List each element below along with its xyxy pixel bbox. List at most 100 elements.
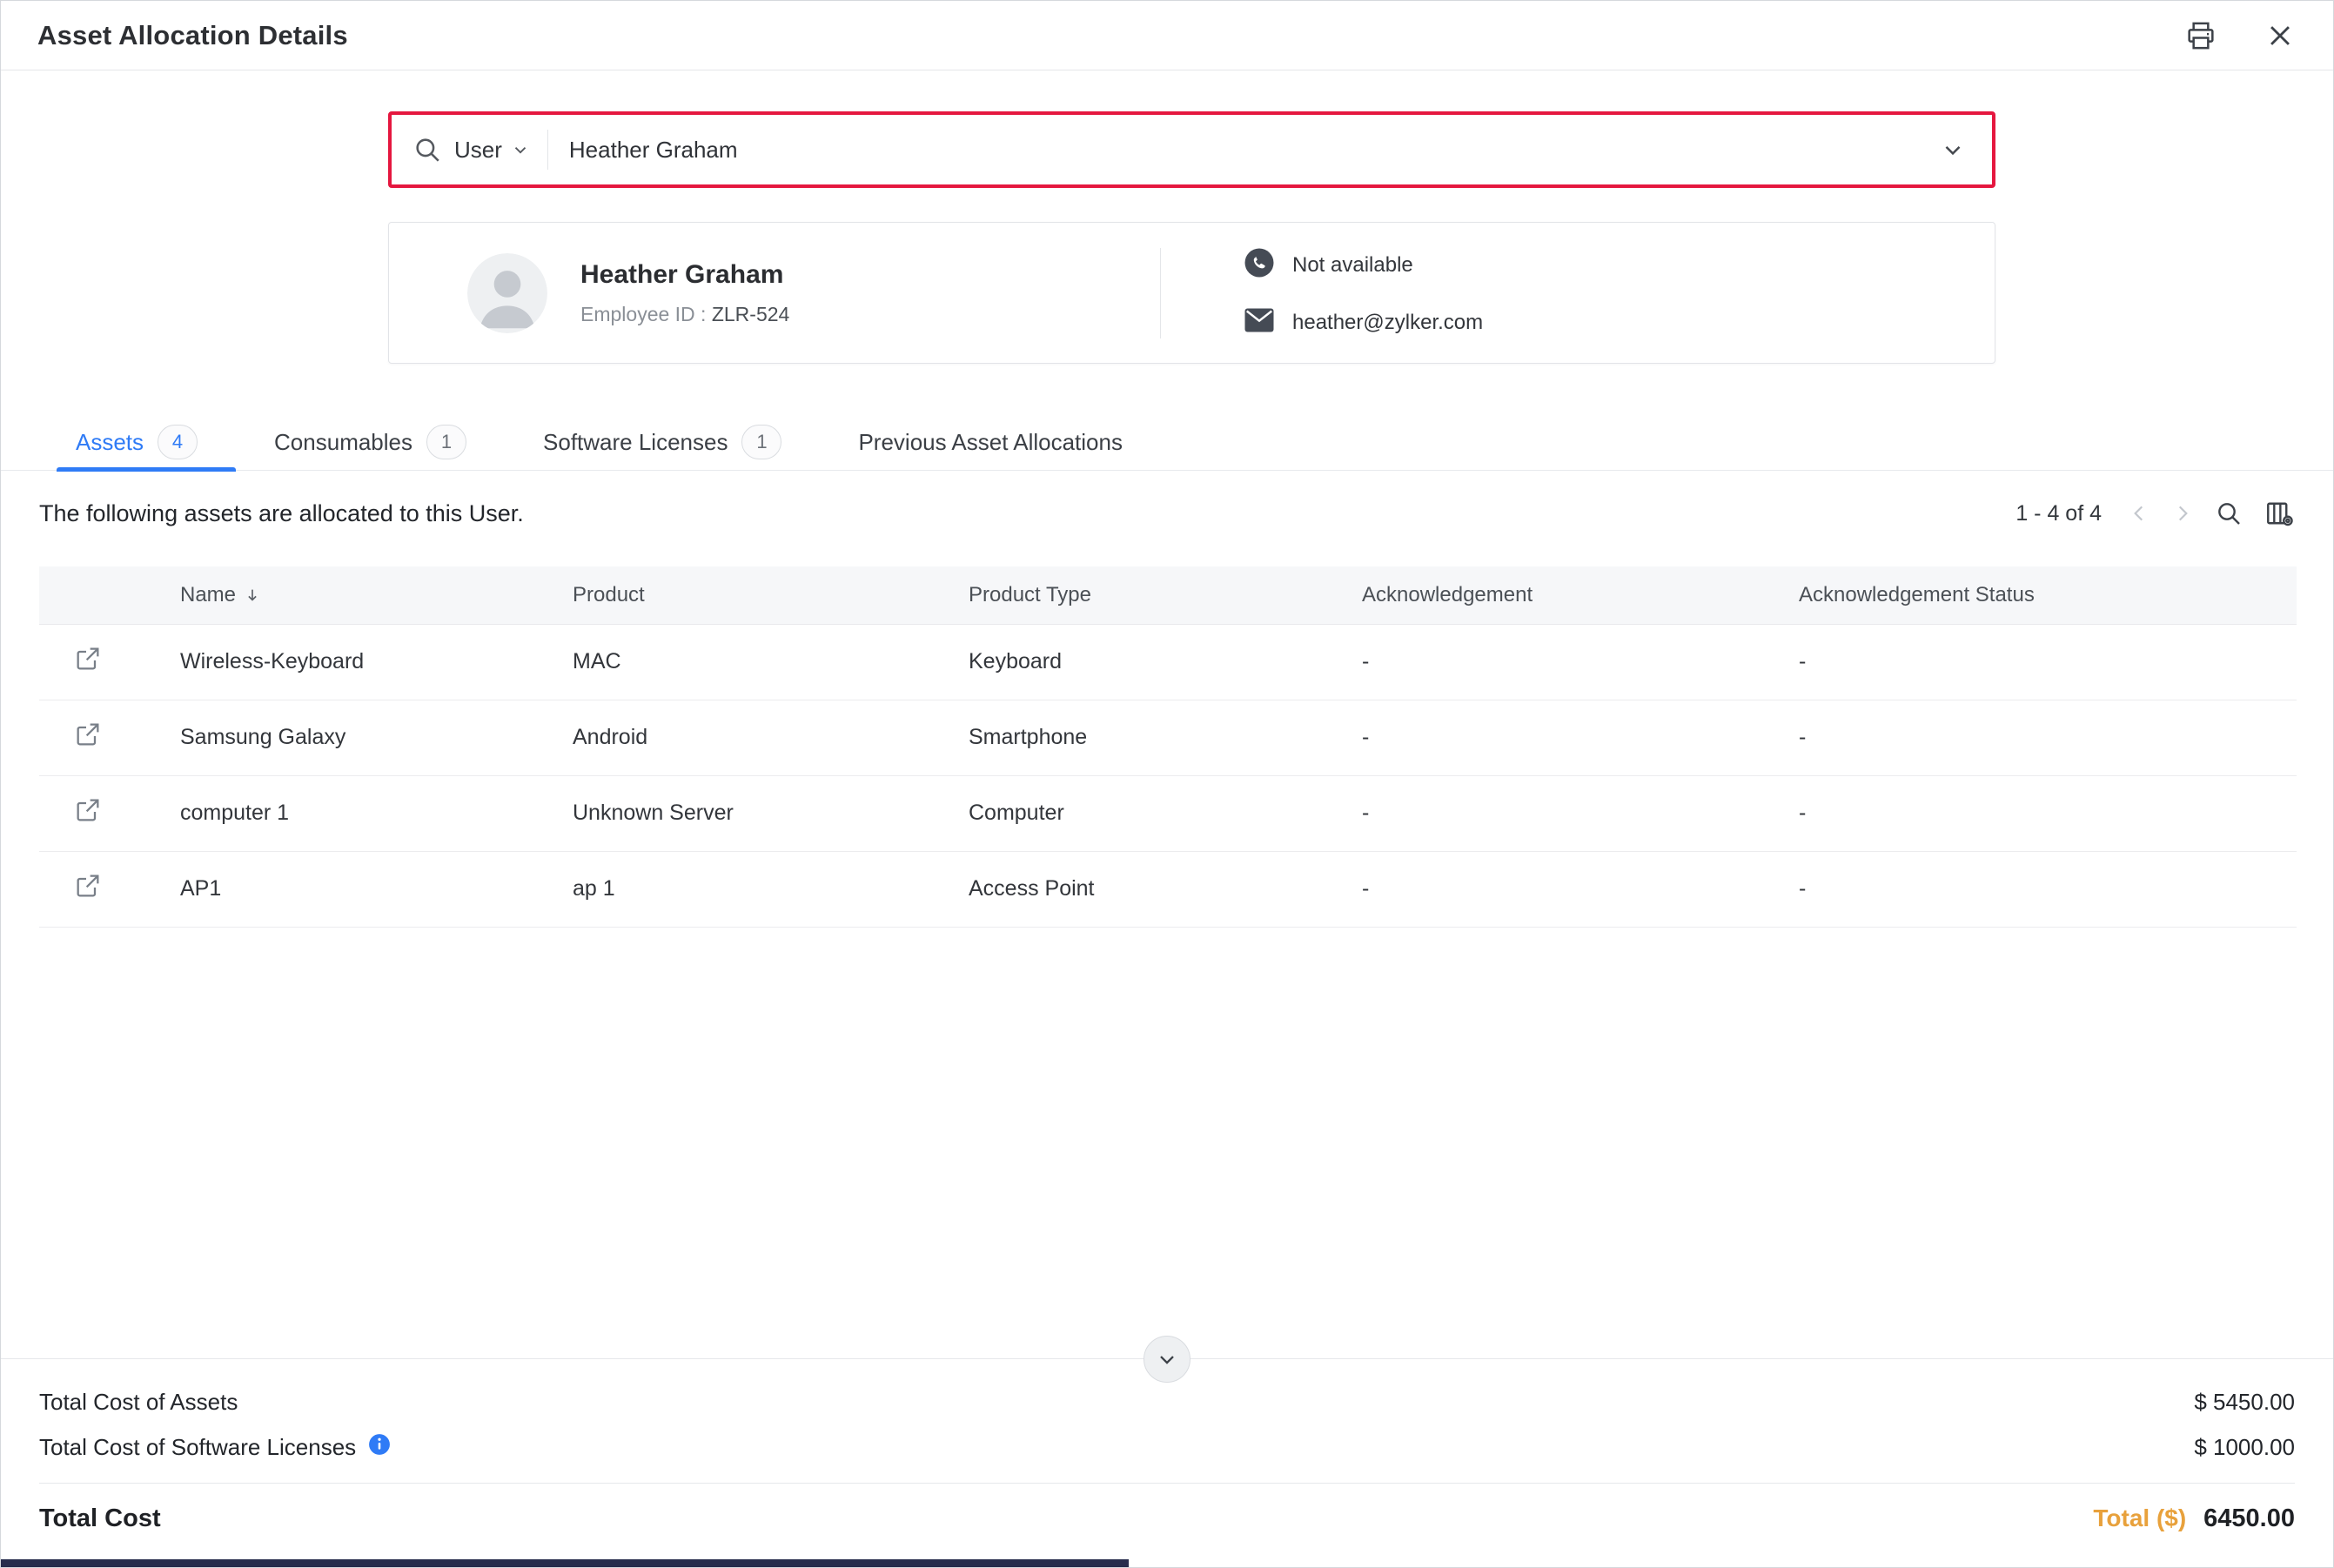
column-header-name[interactable]: Name: [180, 566, 573, 624]
table-header-row: Name Product Product Type Acknowledgemen…: [39, 566, 2297, 624]
sort-descending-icon: [243, 586, 262, 605]
column-header-acknowledgement-status[interactable]: Acknowledgement Status: [1799, 566, 2297, 624]
column-header-acknowledgement[interactable]: Acknowledgement: [1362, 566, 1799, 624]
collapse-icon[interactable]: [1144, 1336, 1190, 1383]
avatar: [467, 253, 547, 333]
cell-acknowledgement-status: -: [1799, 624, 2297, 700]
cell-acknowledgement: -: [1362, 624, 1799, 700]
search-icon[interactable]: [2215, 499, 2243, 527]
table-row: Wireless-Keyboard MAC Keyboard - -: [39, 624, 2297, 700]
cell-name: computer 1: [180, 775, 573, 851]
divider: [547, 130, 548, 170]
tab-label: Assets: [76, 429, 144, 456]
external-link-icon[interactable]: [74, 796, 102, 824]
print-icon[interactable]: [2183, 18, 2218, 53]
tab-bar: Assets 4 Consumables 1 Software Licenses…: [1, 408, 2333, 471]
pagination-label: 1 - 4 of 4: [2015, 501, 2102, 526]
table-row: Samsung Galaxy Android Smartphone - -: [39, 700, 2297, 775]
email-row: heather@zylker.com: [1244, 307, 1483, 339]
phone-row: Not available: [1244, 247, 1483, 285]
grand-total-currency-label: Total ($): [2093, 1504, 2186, 1532]
user-phone: Not available: [1292, 253, 1413, 278]
search-category-label: User: [454, 137, 502, 164]
total-cost-licenses-value: $ 1000.00: [2194, 1434, 2295, 1461]
grand-total-value: 6450.00: [2203, 1504, 2295, 1533]
column-settings-icon[interactable]: [2264, 498, 2295, 529]
cell-product: Android: [573, 700, 969, 775]
list-toolbar: The following assets are allocated to th…: [1, 492, 2333, 535]
tab-count-badge: 1: [426, 425, 466, 459]
info-icon[interactable]: [368, 1433, 391, 1462]
cell-name: Wireless-Keyboard: [180, 624, 573, 700]
table-row: AP1 ap 1 Access Point - -: [39, 851, 2297, 927]
dialog-header: Asset Allocation Details: [1, 1, 2333, 70]
cell-product-type: Keyboard: [969, 624, 1362, 700]
cell-acknowledgement: -: [1362, 775, 1799, 851]
chevron-down-icon: [511, 140, 530, 159]
cell-product-type: Smartphone: [969, 700, 1362, 775]
user-email: heather@zylker.com: [1292, 311, 1483, 335]
phone-icon: [1244, 247, 1275, 285]
tab-count-badge: 4: [158, 425, 198, 459]
grand-total-row: Total Cost Total ($) 6450.00: [39, 1483, 2295, 1540]
chevron-left-icon[interactable]: [2128, 502, 2150, 525]
employee-id: Employee ID : ZLR-524: [580, 303, 789, 326]
user-identity: Heather Graham Employee ID : ZLR-524: [389, 253, 1160, 333]
cell-acknowledgement: -: [1362, 851, 1799, 927]
external-link-icon[interactable]: [74, 645, 102, 673]
user-main: Heather Graham Employee ID : ZLR-524: [580, 260, 789, 326]
tab-label: Previous Asset Allocations: [858, 429, 1123, 456]
total-cost-licenses-row: Total Cost of Software Licenses $ 1000.0…: [39, 1424, 2295, 1471]
total-cost-assets-label: Total Cost of Assets: [39, 1389, 238, 1416]
cell-name: Samsung Galaxy: [180, 700, 573, 775]
tab-count-badge: 1: [741, 425, 781, 459]
cell-product-type: Access Point: [969, 851, 1362, 927]
cell-product: MAC: [573, 624, 969, 700]
tab-assets[interactable]: Assets 4: [57, 408, 236, 471]
column-header-product-type[interactable]: Product Type: [969, 566, 1362, 624]
assets-table: Name Product Product Type Acknowledgemen…: [39, 566, 2297, 928]
tab-software-licenses[interactable]: Software Licenses 1: [505, 408, 820, 471]
tab-consumables[interactable]: Consumables 1: [236, 408, 505, 471]
mail-icon: [1244, 307, 1275, 339]
tab-label: Software Licenses: [543, 429, 728, 456]
search-category-dropdown[interactable]: User: [454, 137, 530, 164]
column-header-product[interactable]: Product: [573, 566, 969, 624]
asset-allocation-dialog: Asset Allocation Details: [0, 0, 2334, 1568]
cell-acknowledgement-status: -: [1799, 851, 2297, 927]
chevron-down-icon[interactable]: [1940, 137, 1966, 163]
user-search-box[interactable]: User Heather Graham: [388, 111, 1995, 188]
list-controls: 1 - 4 of 4: [2015, 498, 2295, 529]
tab-label: Consumables: [274, 429, 412, 456]
external-link-icon[interactable]: [74, 720, 102, 748]
cell-acknowledgement: -: [1362, 700, 1799, 775]
cell-product-type: Computer: [969, 775, 1362, 851]
table-row: computer 1 Unknown Server Computer - -: [39, 775, 2297, 851]
tab-previous-asset-allocations[interactable]: Previous Asset Allocations: [820, 408, 1161, 471]
cell-name: AP1: [180, 851, 573, 927]
bottom-accent-bar: [1, 1559, 1129, 1567]
user-summary-card: Heather Graham Employee ID : ZLR-524 Not…: [388, 222, 1995, 364]
chevron-right-icon[interactable]: [2171, 502, 2194, 525]
page-title: Asset Allocation Details: [37, 20, 348, 51]
employee-id-label: Employee ID :: [580, 303, 706, 325]
cell-acknowledgement-status: -: [1799, 775, 2297, 851]
total-cost-assets-row: Total Cost of Assets $ 5450.00: [39, 1380, 2295, 1424]
table-header-spacer: [39, 566, 180, 624]
divider: [1160, 248, 1161, 338]
header-actions: [2183, 18, 2295, 53]
search-input[interactable]: Heather Graham: [569, 137, 1940, 164]
employee-id-value: ZLR-524: [712, 303, 789, 325]
external-link-icon[interactable]: [74, 872, 102, 900]
cell-acknowledgement-status: -: [1799, 700, 2297, 775]
total-cost-licenses-label: Total Cost of Software Licenses: [39, 1434, 356, 1461]
cell-product: Unknown Server: [573, 775, 969, 851]
close-icon[interactable]: [2265, 21, 2295, 50]
user-name: Heather Graham: [580, 260, 789, 290]
cell-product: ap 1: [573, 851, 969, 927]
list-description: The following assets are allocated to th…: [39, 500, 524, 527]
total-cost-assets-value: $ 5450.00: [2194, 1389, 2295, 1416]
grand-total-label: Total Cost: [39, 1504, 161, 1533]
search-icon: [412, 135, 442, 164]
user-contact: Not available heather@zylker.com: [1244, 247, 1483, 339]
